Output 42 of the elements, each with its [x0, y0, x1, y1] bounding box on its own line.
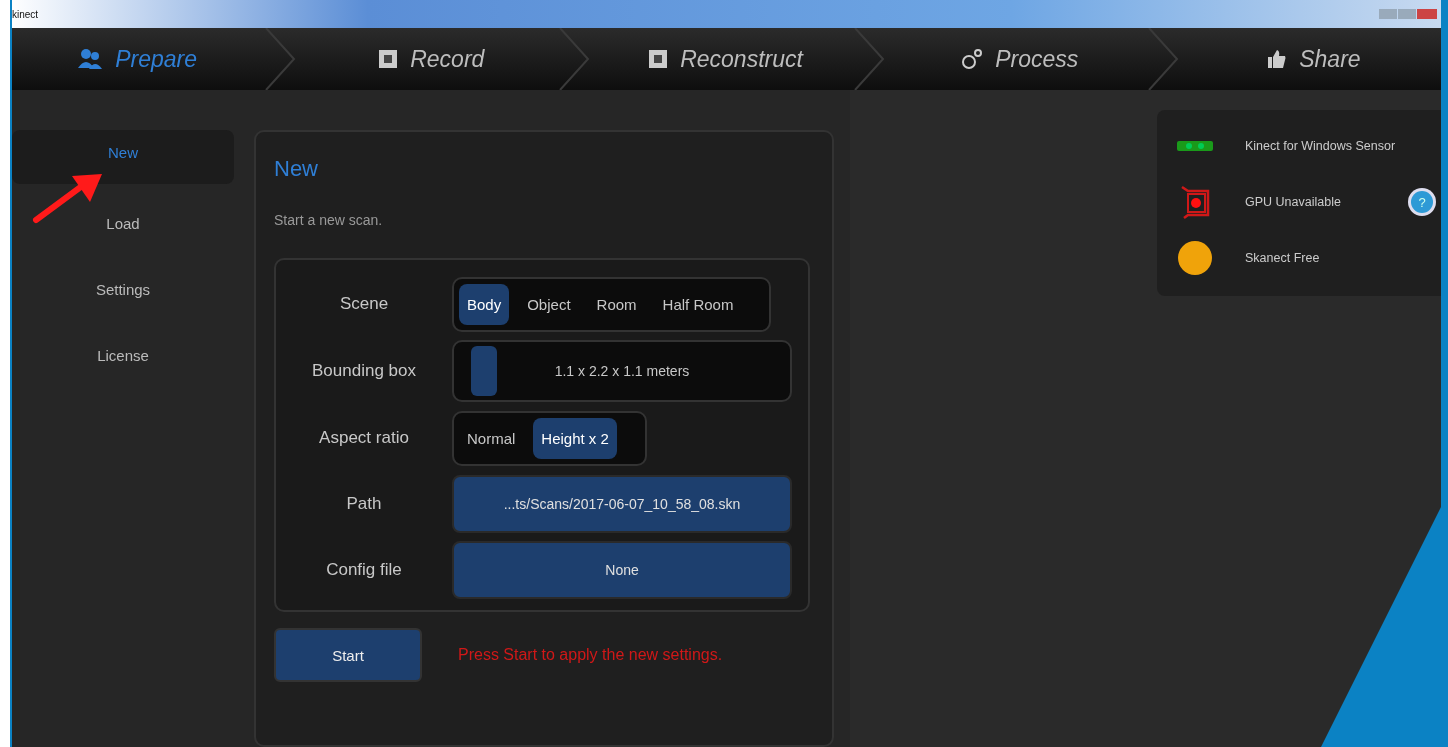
window-controls-icon[interactable] [1379, 8, 1437, 20]
annotation-arrow [32, 172, 104, 224]
hint-message: Press Start to apply the new settings. [458, 646, 723, 664]
bounding-box-slider[interactable]: 1.1 x 2.2 x 1.1 meters [452, 340, 792, 402]
sensor-icon [1175, 141, 1215, 151]
option-button[interactable]: Room [588, 283, 645, 325]
square-icon [648, 49, 669, 69]
setting-label: Config file [325, 559, 403, 581]
square-icon [378, 49, 399, 69]
setting-label: Path [345, 493, 383, 515]
step-tab[interactable]: Process [892, 45, 1147, 73]
step-tab[interactable]: Prepare [10, 45, 265, 73]
status-label: GPU Unavailable [1245, 195, 1341, 209]
card-description: Start a new scan. [274, 212, 384, 228]
slider-thumb[interactable] [470, 346, 497, 396]
start-button[interactable]: Start [274, 628, 422, 682]
option-button[interactable]: Half Room [654, 283, 742, 325]
option-button[interactable]: Height x 2 [533, 417, 617, 459]
setting-label: Aspect ratio [318, 427, 410, 449]
value-button[interactable]: None [452, 541, 792, 599]
step-tab[interactable]: Reconstruct [598, 45, 853, 73]
window-title: kinect [12, 8, 39, 20]
step-tab[interactable]: Record [304, 45, 559, 73]
setting-label: Bounding box [311, 360, 417, 382]
thumbs-up-icon [1267, 49, 1288, 69]
people-icon [77, 48, 104, 70]
sidebar-item[interactable]: Settings [12, 262, 234, 316]
circle-icon [1175, 241, 1215, 275]
sidebar-item[interactable]: New [12, 130, 234, 184]
setting-label: Scene [338, 293, 390, 315]
status-label: Kinect for Windows Sensor [1245, 139, 1396, 153]
circles-icon [961, 48, 984, 70]
status-label: Skanect Free [1245, 251, 1320, 265]
option-button[interactable]: Body [459, 283, 510, 325]
card-title: New [274, 156, 319, 182]
slider-value: 1.1 x 2.2 x 1.1 meters [554, 363, 690, 379]
value-button[interactable]: ...ts/Scans/2017-06-07_10_58_08.skn [452, 475, 792, 533]
option-button[interactable]: Object [519, 283, 579, 325]
sidebar-item[interactable]: License [12, 328, 234, 382]
step-tab[interactable]: Share [1186, 45, 1441, 73]
option-button[interactable]: Normal [459, 417, 524, 459]
sidebar-item[interactable]: Load [12, 196, 234, 250]
